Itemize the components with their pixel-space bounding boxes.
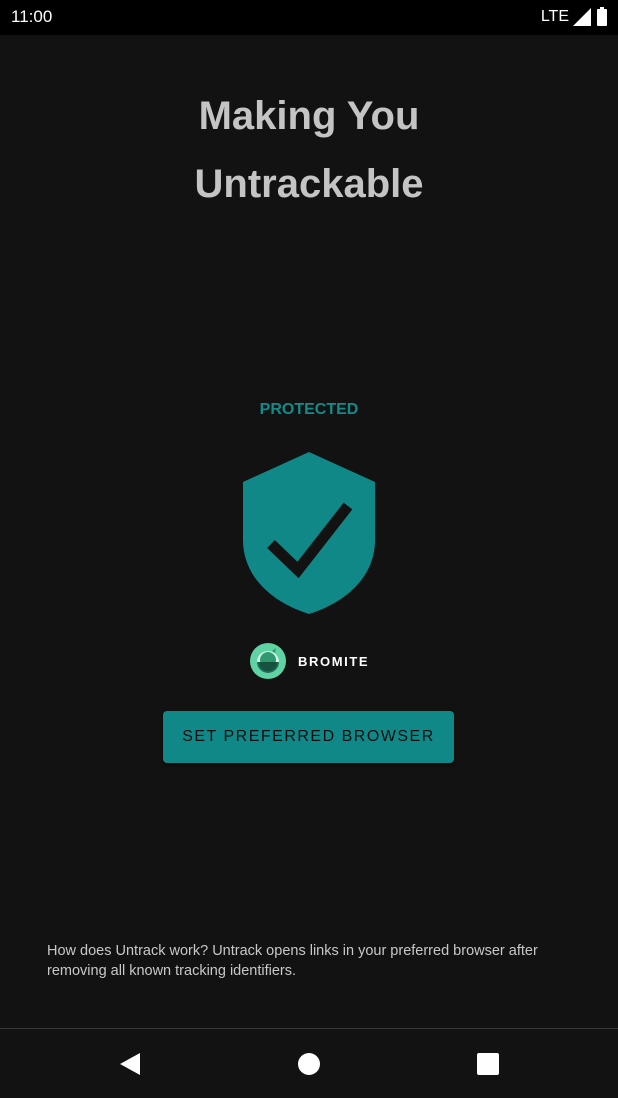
title-line-2: Untrackable xyxy=(194,162,424,206)
page-title: Making You Untrackable xyxy=(0,82,618,218)
set-preferred-browser-button[interactable]: SET PREFERRED BROWSER xyxy=(163,711,454,763)
recents-icon[interactable] xyxy=(475,1051,501,1077)
set-preferred-browser-label: SET PREFERRED BROWSER xyxy=(182,728,435,745)
browser-name: BROMITE xyxy=(298,653,370,669)
bromite-logo-icon xyxy=(250,643,286,679)
protection-status: PROTECTED xyxy=(259,401,359,418)
network-type: LTE xyxy=(540,8,569,25)
status-bar: 11:00 LTE xyxy=(0,0,618,35)
how-it-works-text: How does Untrack work? Untrack opens lin… xyxy=(47,943,538,979)
signal-icon xyxy=(573,8,591,26)
status-time: 11:00 xyxy=(11,7,53,26)
status-icons: LTE xyxy=(541,7,608,27)
battery-icon xyxy=(597,7,607,26)
shield-check-icon xyxy=(243,452,375,614)
navigation-bar xyxy=(0,1029,618,1098)
selected-browser: BROMITE xyxy=(250,643,369,679)
back-icon[interactable] xyxy=(117,1051,143,1077)
app-screen: 11:00 LTE Making You Untrackable PROTECT… xyxy=(0,0,618,1098)
title-line-1: Making You xyxy=(198,94,420,138)
home-icon[interactable] xyxy=(296,1051,322,1077)
